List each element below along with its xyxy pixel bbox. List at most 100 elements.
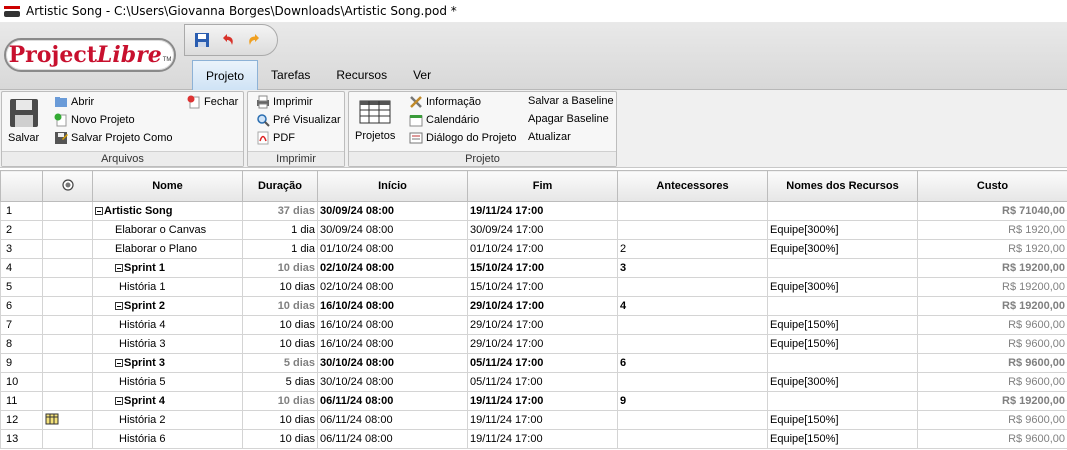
table-row[interactable]: 13 História 6 10 dias 06/11/24 08:00 19/11/2…	[0, 429, 1067, 449]
task-name-cell[interactable]: História 3	[92, 334, 243, 354]
resources-cell[interactable]: Equipe[300%]	[767, 239, 918, 259]
start-cell[interactable]: 02/10/24 08:00	[317, 258, 468, 278]
task-name-cell[interactable]: Sprint 4	[92, 391, 243, 411]
indicator-cell[interactable]	[42, 410, 93, 430]
task-name-cell[interactable]: Sprint 3	[92, 353, 243, 373]
indicator-cell[interactable]	[42, 353, 93, 373]
table-row[interactable]: 8 História 3 10 dias 16/10/24 08:00 29/10/24…	[0, 334, 1067, 354]
redo-button[interactable]	[245, 31, 263, 49]
resources-cell[interactable]	[767, 258, 918, 278]
duration-cell[interactable]: 1 dia	[242, 239, 318, 259]
duration-cell[interactable]: 10 dias	[242, 315, 318, 335]
duration-cell[interactable]: 10 dias	[242, 410, 318, 430]
table-row[interactable]: 9 Sprint 3 5 dias 30/10/24 08:00 05/11/24 17…	[0, 353, 1067, 373]
finish-cell[interactable]: 05/11/24 17:00	[467, 372, 618, 392]
header-fim[interactable]: Fim	[467, 170, 618, 202]
table-row[interactable]: 7 História 4 10 dias 16/10/24 08:00 29/10/24…	[0, 315, 1067, 335]
row-number-cell[interactable]: 1	[0, 201, 43, 221]
resources-cell[interactable]: Equipe[150%]	[767, 315, 918, 335]
collapse-toggle-icon[interactable]	[95, 207, 103, 215]
cost-cell[interactable]: R$ 19200,00	[917, 258, 1067, 278]
calendario-button[interactable]: Calendário	[409, 113, 479, 127]
resources-cell[interactable]	[767, 391, 918, 411]
cost-cell[interactable]: R$ 1920,00	[917, 220, 1067, 240]
indicator-cell[interactable]	[42, 334, 93, 354]
finish-cell[interactable]: 29/10/24 17:00	[467, 296, 618, 316]
table-row[interactable]: 10 História 5 5 dias 30/10/24 08:00 05/11/24…	[0, 372, 1067, 392]
abrir-button[interactable]: Abrir	[54, 95, 94, 109]
indicator-cell[interactable]	[42, 429, 93, 449]
header-antecessores[interactable]: Antecessores	[617, 170, 768, 202]
table-row[interactable]: 2 Elaborar o Canvas 1 dia 30/09/24 08:00 30/…	[0, 220, 1067, 240]
resources-cell[interactable]: Equipe[150%]	[767, 334, 918, 354]
finish-cell[interactable]: 30/09/24 17:00	[467, 220, 618, 240]
finish-cell[interactable]: 19/11/24 17:00	[467, 201, 618, 221]
salvar-button[interactable]: Salvar	[8, 98, 39, 144]
undo-button[interactable]	[219, 31, 237, 49]
cost-cell[interactable]: R$ 19200,00	[917, 296, 1067, 316]
finish-cell[interactable]: 19/11/24 17:00	[467, 429, 618, 449]
save-quick-button[interactable]	[193, 31, 211, 49]
predecessors-cell[interactable]	[617, 334, 768, 354]
start-cell[interactable]: 30/10/24 08:00	[317, 372, 468, 392]
header-indicators[interactable]	[42, 170, 93, 202]
duration-cell[interactable]: 10 dias	[242, 391, 318, 411]
finish-cell[interactable]: 29/10/24 17:00	[467, 315, 618, 335]
header-custo[interactable]: Custo	[917, 170, 1067, 202]
tab-tarefas[interactable]: Tarefas	[258, 60, 323, 90]
task-name-cell[interactable]: História 5	[92, 372, 243, 392]
duration-cell[interactable]: 10 dias	[242, 429, 318, 449]
indicator-cell[interactable]	[42, 201, 93, 221]
duration-cell[interactable]: 10 dias	[242, 277, 318, 297]
indicator-cell[interactable]	[42, 315, 93, 335]
collapse-toggle-icon[interactable]	[115, 397, 123, 405]
tab-recursos[interactable]: Recursos	[323, 60, 400, 90]
row-number-cell[interactable]: 3	[0, 239, 43, 259]
row-number-cell[interactable]: 10	[0, 372, 43, 392]
duration-cell[interactable]: 10 dias	[242, 258, 318, 278]
duration-cell[interactable]: 37 dias	[242, 201, 318, 221]
indicator-cell[interactable]	[42, 239, 93, 259]
task-name-cell[interactable]: História 4	[92, 315, 243, 335]
cost-cell[interactable]: R$ 19200,00	[917, 277, 1067, 297]
start-cell[interactable]: 06/11/24 08:00	[317, 391, 468, 411]
start-cell[interactable]: 16/10/24 08:00	[317, 315, 468, 335]
indicator-cell[interactable]	[42, 220, 93, 240]
task-name-cell[interactable]: Sprint 2	[92, 296, 243, 316]
start-cell[interactable]: 30/10/24 08:00	[317, 353, 468, 373]
projetos-button[interactable]: Projetos	[355, 100, 395, 142]
finish-cell[interactable]: 29/10/24 17:00	[467, 334, 618, 354]
table-row[interactable]: 11 Sprint 4 10 dias 06/11/24 08:00 19/11/24 …	[0, 391, 1067, 411]
predecessors-cell[interactable]	[617, 429, 768, 449]
duration-cell[interactable]: 10 dias	[242, 334, 318, 354]
novo-projeto-button[interactable]: Novo Projeto	[54, 113, 135, 127]
collapse-toggle-icon[interactable]	[115, 359, 123, 367]
cost-cell[interactable]: R$ 9600,00	[917, 410, 1067, 430]
atualizar-button[interactable]: Atualizar	[528, 131, 571, 143]
predecessors-cell[interactable]: 9	[617, 391, 768, 411]
resources-cell[interactable]: Equipe[300%]	[767, 372, 918, 392]
cost-cell[interactable]: R$ 19200,00	[917, 391, 1067, 411]
indicator-cell[interactable]	[42, 277, 93, 297]
task-name-cell[interactable]: Elaborar o Plano	[92, 239, 243, 259]
cost-cell[interactable]: R$ 9600,00	[917, 353, 1067, 373]
cost-cell[interactable]: R$ 1920,00	[917, 239, 1067, 259]
duration-cell[interactable]: 10 dias	[242, 296, 318, 316]
tab-ver[interactable]: Ver	[400, 60, 444, 90]
predecessors-cell[interactable]: 2	[617, 239, 768, 259]
start-cell[interactable]: 16/10/24 08:00	[317, 296, 468, 316]
header-inicio[interactable]: Início	[317, 170, 468, 202]
indicator-cell[interactable]	[42, 296, 93, 316]
predecessors-cell[interactable]	[617, 372, 768, 392]
informacao-button[interactable]: Informação	[409, 95, 481, 109]
finish-cell[interactable]: 01/10/24 17:00	[467, 239, 618, 259]
task-name-cell[interactable]: História 1	[92, 277, 243, 297]
start-cell[interactable]: 06/11/24 08:00	[317, 410, 468, 430]
collapse-toggle-icon[interactable]	[115, 264, 123, 272]
apagar-baseline-button[interactable]: Apagar Baseline	[528, 113, 609, 125]
row-number-cell[interactable]: 4	[0, 258, 43, 278]
cost-cell[interactable]: R$ 9600,00	[917, 429, 1067, 449]
row-number-cell[interactable]: 6	[0, 296, 43, 316]
cost-cell[interactable]: R$ 9600,00	[917, 334, 1067, 354]
finish-cell[interactable]: 05/11/24 17:00	[467, 353, 618, 373]
